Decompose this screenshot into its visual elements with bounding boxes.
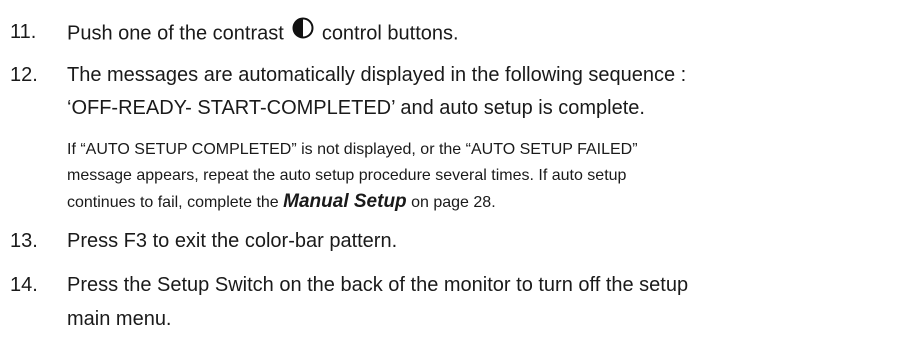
- step-text-line-2: ‘OFF-READY- START-COMPLETED’ and auto se…: [67, 97, 645, 119]
- step-number: 14.: [10, 274, 38, 296]
- note-line-3: continues to fail, complete the Manual S…: [67, 191, 496, 214]
- step-text: Push one of the contrast control buttons.: [67, 17, 459, 51]
- step-text: Press F3 to exit the color-bar pattern.: [67, 230, 398, 252]
- note-text-after-link: on page 28.: [411, 194, 496, 211]
- step-text-before-icon: Push one of the contrast: [67, 22, 284, 45]
- note-text-before-link: continues to fail, complete the: [67, 194, 279, 211]
- step-text-after-icon: control buttons.: [321, 22, 459, 45]
- contrast-icon: [292, 17, 314, 48]
- manual-setup-reference[interactable]: Manual Setup: [283, 191, 407, 212]
- step-text-line-1: The messages are automatically displayed…: [67, 64, 687, 86]
- step-text-line-2: main menu.: [67, 308, 172, 330]
- document-page: 11. Push one of the contrast control butt…: [0, 0, 908, 351]
- note-line-1: If “AUTO SETUP COMPLETED” is not display…: [67, 141, 638, 158]
- step-number: 11.: [10, 21, 37, 43]
- step-number: 12.: [10, 64, 38, 86]
- note-line-2: message appears, repeat the auto setup p…: [67, 167, 627, 184]
- step-text-line-1: Press the Setup Switch on the back of th…: [67, 274, 689, 296]
- step-number: 13.: [10, 230, 38, 252]
